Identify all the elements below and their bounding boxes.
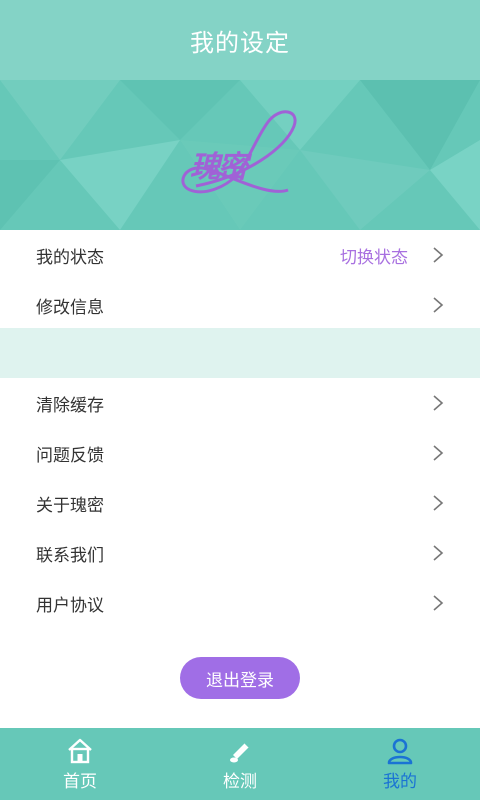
tab-mine[interactable]: 我的: [320, 728, 480, 800]
switch-status-link[interactable]: 切换状态: [340, 243, 408, 268]
tab-label: 我的: [383, 771, 417, 792]
tab-test[interactable]: 检测: [160, 728, 320, 800]
menu-item-clear-cache[interactable]: 清除缓存: [0, 378, 480, 428]
test-strip-icon: [230, 741, 250, 762]
page-header: 我的设定: [0, 0, 480, 80]
menu-item-user-agreement[interactable]: 用户协议: [0, 578, 480, 628]
logo-text: 瑰密: [190, 150, 248, 185]
menu-item-status[interactable]: 我的状态 切换状态: [0, 230, 480, 280]
menu-item-label: 清除缓存: [36, 395, 104, 416]
menu-item-label: 问题反馈: [36, 445, 104, 466]
tab-label: 首页: [63, 771, 97, 792]
bottom-tab-bar: 首页 检测 我的: [0, 728, 480, 800]
banner: 瑰密: [0, 80, 480, 230]
logout-button[interactable]: 退出登录: [180, 657, 300, 699]
menu-item-label: 联系我们: [36, 545, 104, 566]
chevron-right-icon: [433, 247, 444, 263]
tab-label: 检测: [223, 771, 257, 792]
chevron-right-icon: [433, 395, 444, 411]
user-icon: [387, 738, 413, 764]
menu-item-about[interactable]: 关于瑰密: [0, 478, 480, 528]
menu-item-label: 用户协议: [36, 595, 104, 616]
logo: 瑰密: [176, 108, 304, 208]
home-icon: [68, 738, 92, 763]
tab-home[interactable]: 首页: [0, 728, 160, 800]
chevron-right-icon: [433, 545, 444, 561]
menu-item-label: 我的状态: [36, 247, 104, 268]
menu-item-label: 关于瑰密: [36, 495, 104, 516]
menu-item-contact[interactable]: 联系我们: [0, 528, 480, 578]
menu-item-feedback[interactable]: 问题反馈: [0, 428, 480, 478]
chevron-right-icon: [433, 595, 444, 611]
chevron-right-icon: [433, 297, 444, 313]
chevron-right-icon: [433, 445, 444, 461]
page-title: 我的设定: [190, 28, 290, 57]
section-divider: [0, 328, 480, 378]
chevron-right-icon: [433, 495, 444, 511]
menu-item-edit-info[interactable]: 修改信息: [0, 280, 480, 330]
menu-item-label: 修改信息: [36, 297, 104, 318]
